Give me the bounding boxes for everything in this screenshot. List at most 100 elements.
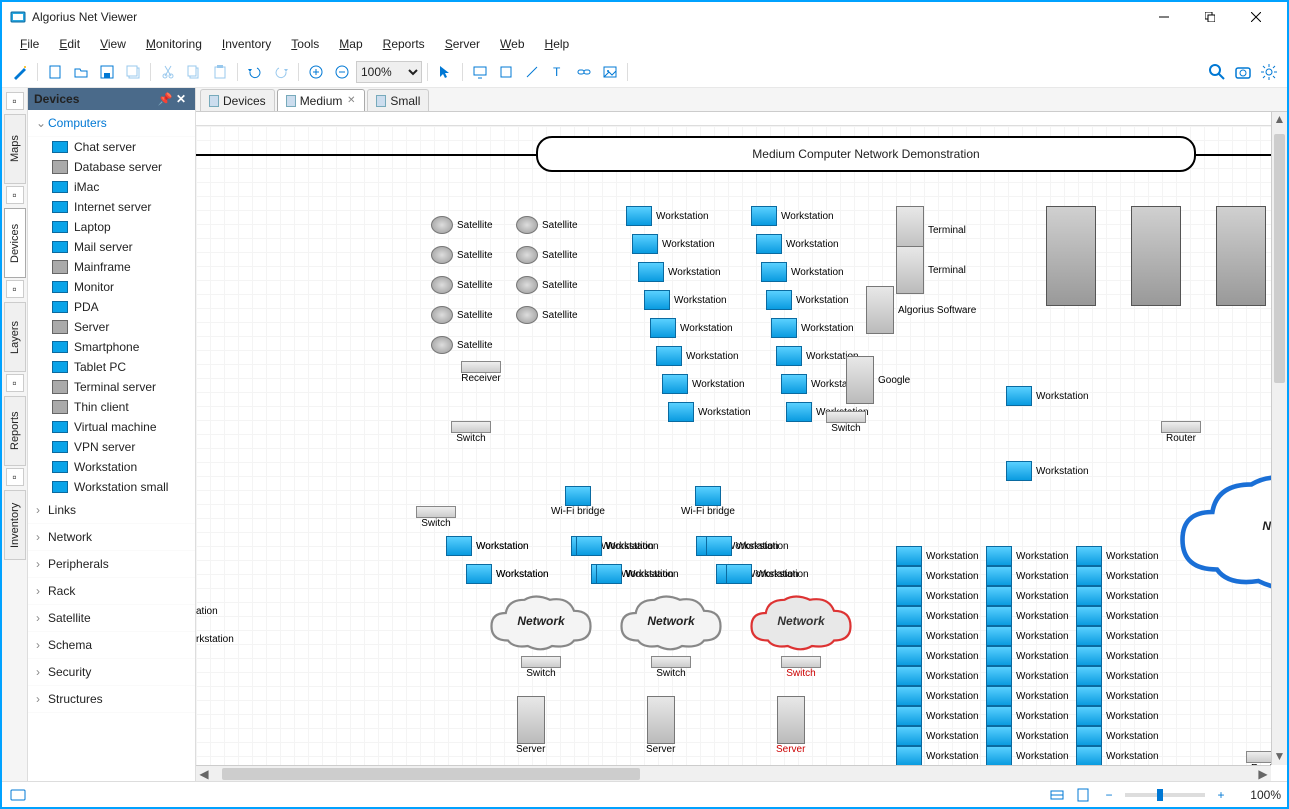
copy-icon[interactable] — [182, 60, 206, 84]
menu-tools[interactable]: Tools — [283, 35, 327, 53]
node-workstation[interactable]: Workstation — [896, 706, 979, 726]
vtab-inventory[interactable]: Inventory — [4, 490, 26, 560]
menu-inventory[interactable]: Inventory — [214, 35, 279, 53]
menu-reports[interactable]: Reports — [375, 35, 433, 53]
node-workstation[interactable]: Workstation — [896, 546, 979, 566]
paste-icon[interactable] — [208, 60, 232, 84]
vtab-maps[interactable]: Maps — [4, 114, 26, 184]
device-mail-server[interactable]: Mail server — [28, 237, 195, 257]
device-laptop[interactable]: Laptop — [28, 217, 195, 237]
node-workstation[interactable]: Workstation — [896, 646, 979, 666]
node-workstation[interactable]: Workstation — [896, 566, 979, 586]
node-workstation[interactable]: Workstation — [668, 402, 751, 422]
node-switch[interactable]: Switch — [416, 506, 456, 529]
fit-page-icon[interactable] — [1073, 785, 1093, 805]
vtab-icon-maps[interactable]: ▫ — [6, 92, 24, 110]
node-[interactable] — [1046, 206, 1096, 306]
cat-peripherals[interactable]: ›Peripherals — [28, 551, 195, 578]
node-workstation[interactable]: Workstation — [756, 234, 839, 254]
close-panel-icon[interactable]: ✕ — [173, 91, 189, 107]
node-router[interactable]: Router — [1161, 421, 1201, 444]
device-chat-server[interactable]: Chat server — [28, 137, 195, 157]
node-workstation[interactable]: Workstation — [576, 536, 659, 556]
node-satellite[interactable]: Satellite — [516, 216, 578, 234]
node-satellite[interactable]: Satellite — [516, 246, 578, 264]
node-workstation[interactable]: Workstation — [986, 606, 1069, 626]
cloud-network[interactable]: Network — [486, 591, 596, 651]
node-workstation[interactable]: Workstation — [596, 564, 679, 584]
maximize-button[interactable] — [1187, 2, 1233, 32]
zoom-plus-icon[interactable]: + — [1211, 785, 1231, 805]
wizard-icon[interactable] — [8, 60, 32, 84]
zoom-select[interactable]: 100% — [356, 61, 422, 83]
device-icon[interactable] — [468, 60, 492, 84]
cat-satellite[interactable]: ›Satellite — [28, 605, 195, 632]
node-algorius-software[interactable]: Algorius Software — [866, 286, 976, 334]
saveall-icon[interactable] — [121, 60, 145, 84]
device-vpn-server[interactable]: VPN server — [28, 437, 195, 457]
vtab-icon-layers[interactable]: ▫ — [6, 280, 24, 298]
map-canvas[interactable]: Medium Computer Network Demonstration Sa… — [196, 126, 1271, 765]
node-workstation[interactable]: Workstation — [1076, 546, 1159, 566]
menu-file[interactable]: File — [12, 35, 47, 53]
node-workstation[interactable]: Workstation — [766, 290, 849, 310]
node-workstation[interactable]: Workstation — [662, 374, 745, 394]
node-workstation[interactable]: Workstation — [466, 564, 549, 584]
device-virtual-machine[interactable]: Virtual machine — [28, 417, 195, 437]
cat-network[interactable]: ›Network — [28, 524, 195, 551]
node-workstation[interactable]: Workstation — [1076, 646, 1159, 666]
node-satellite[interactable]: Satellite — [431, 246, 493, 264]
tab-devices[interactable]: Devices — [200, 89, 275, 111]
node-switch[interactable]: Switch — [451, 421, 491, 444]
node-workstation[interactable]: Workstation — [706, 536, 789, 556]
node-workstation[interactable]: Workstation — [650, 318, 733, 338]
cat-schema[interactable]: ›Schema — [28, 632, 195, 659]
device-thin-client[interactable]: Thin client — [28, 397, 195, 417]
device-monitor[interactable]: Monitor — [28, 277, 195, 297]
cat-links[interactable]: ›Links — [28, 497, 195, 524]
node-satellite[interactable]: Satellite — [431, 276, 493, 294]
node-workstation[interactable]: Workstation — [986, 726, 1069, 746]
node-[interactable] — [1216, 206, 1266, 306]
vtab-layers[interactable]: Layers — [4, 302, 26, 372]
cat-rack[interactable]: ›Rack — [28, 578, 195, 605]
node-workstation[interactable]: Workstation — [896, 746, 979, 765]
node-workstation[interactable]: Workstation — [1006, 461, 1089, 481]
menu-edit[interactable]: Edit — [51, 35, 88, 53]
zoom-minus-icon[interactable]: − — [1099, 785, 1119, 805]
pin-icon[interactable]: 📌 — [157, 91, 173, 107]
cut-icon[interactable] — [156, 60, 180, 84]
status-app-icon[interactable] — [8, 785, 28, 805]
vtab-devices[interactable]: Devices — [4, 208, 26, 278]
cat-computers[interactable]: ⌄Computers — [28, 110, 195, 137]
device-workstation[interactable]: Workstation — [28, 457, 195, 477]
node-workstation[interactable]: Workstation — [986, 626, 1069, 646]
device-mainframe[interactable]: Mainframe — [28, 257, 195, 277]
node-workstation[interactable]: Workstation — [638, 262, 721, 282]
node-wi-fi-bridge[interactable]: Wi-Fi bridge — [681, 486, 735, 517]
node-workstation[interactable]: Workstation — [1006, 386, 1089, 406]
node-workstation[interactable]: Workstation — [986, 746, 1069, 765]
node-workstation[interactable]: Workstation — [1076, 606, 1159, 626]
node-workstation[interactable]: Workstation — [771, 318, 854, 338]
node-workstation[interactable]: Workstation — [1076, 666, 1159, 686]
node-wi-fi-bridge[interactable]: Wi-Fi bridge — [551, 486, 605, 517]
camera-icon[interactable] — [1231, 60, 1255, 84]
cat-structures[interactable]: ›Structures — [28, 686, 195, 713]
line-icon[interactable] — [520, 60, 544, 84]
node-server[interactable]: Server — [776, 696, 805, 755]
menu-help[interactable]: Help — [537, 35, 578, 53]
node-workstation[interactable]: Workstation — [1076, 706, 1159, 726]
vtab-reports[interactable]: Reports — [4, 396, 26, 466]
link-icon[interactable] — [572, 60, 596, 84]
node-workstation[interactable]: Workstation — [986, 566, 1069, 586]
zoom-slider[interactable] — [1125, 793, 1205, 797]
node-workstation[interactable]: Workstation — [986, 666, 1069, 686]
menu-view[interactable]: View — [92, 35, 134, 53]
node-workstation[interactable]: Workstation — [986, 586, 1069, 606]
device-smartphone[interactable]: Smartphone — [28, 337, 195, 357]
device-terminal-server[interactable]: Terminal server — [28, 377, 195, 397]
node-router[interactable]: Router — [1246, 751, 1271, 765]
search-icon[interactable] — [1205, 60, 1229, 84]
node-workstation[interactable]: Workstation — [656, 346, 739, 366]
